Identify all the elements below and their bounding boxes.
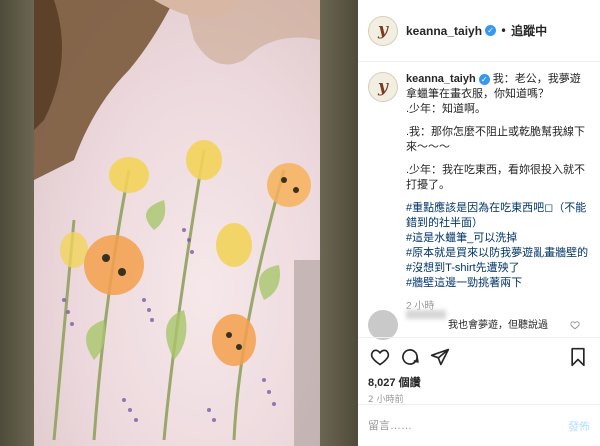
caption-line-3: .我：那你怎麼不阻止或乾脆幫我線下來～～～: [406, 126, 586, 153]
commenter-avatar[interactable]: [368, 310, 398, 340]
photo-shirt-drawing: [34, 0, 320, 446]
avatar-logo: y: [378, 20, 388, 40]
post-header: y keanna_taiyh ✓ • 追蹤中: [358, 0, 600, 62]
action-icons: [368, 344, 590, 370]
hashtag-2[interactable]: #這是水蠟筆_可以洗掉: [406, 231, 590, 246]
post-comment-button[interactable]: 發佈: [568, 418, 590, 434]
comment-input[interactable]: [368, 419, 568, 432]
caption-text: keanna_taiyh ✓ 我：老公，我夢遊拿蠟筆在畫衣服，你知道嗎？ .少年：…: [406, 72, 590, 314]
caption-verified-icon: ✓: [478, 73, 490, 85]
comment-like-heart-icon[interactable]: [570, 320, 580, 333]
photo-border-left: [0, 0, 34, 446]
commenter-name-blurred: [406, 310, 446, 319]
following-button[interactable]: 追蹤中: [511, 22, 547, 39]
hashtag-4[interactable]: #沒想到T-shirt先遭殃了: [406, 261, 590, 276]
post-username[interactable]: keanna_taiyh: [406, 24, 482, 38]
share-icon[interactable]: [428, 345, 452, 369]
hashtag-1[interactable]: #重點應該是因為在吃東西吧◻（不能錯到的社半面）: [406, 201, 590, 231]
caption-line-2: .少年：知道啊。: [406, 103, 487, 115]
caption-avatar[interactable]: y: [368, 72, 398, 102]
photo-illustration: [34, 0, 320, 446]
bookmark-icon[interactable]: [566, 345, 590, 369]
comment-text: 我也會夢遊，但聽說過: [448, 320, 548, 331]
like-count[interactable]: 8,027 個讚: [368, 374, 590, 390]
header-separator: •: [500, 23, 508, 38]
caption-username[interactable]: keanna_taiyh: [406, 73, 476, 85]
heart-icon[interactable]: [368, 345, 392, 369]
verified-badge-icon: ✓: [485, 25, 497, 36]
caption-line-4: .少年：我在吃東西，看妳很投入就不打擾了。: [406, 164, 586, 191]
photo-border-right: [320, 0, 358, 446]
comment-row: 我也會夢遊，但聽說過: [358, 306, 600, 340]
caption-area: y keanna_taiyh ✓ 我：老公，我夢遊拿蠟筆在畫衣服，你知道嗎？ .少…: [358, 62, 600, 337]
caption: y keanna_taiyh ✓ 我：老公，我夢遊拿蠟筆在畫衣服，你知道嗎？ .少…: [368, 72, 590, 314]
comment-box: 發佈: [358, 404, 600, 446]
comment-icon[interactable]: [398, 345, 422, 369]
caption-avatar-logo: y: [378, 76, 388, 97]
avatar[interactable]: y: [368, 15, 398, 46]
hashtag-3[interactable]: #原本就是買來以防我夢遊亂畫牆壁的: [406, 246, 590, 261]
hashtag-5[interactable]: #牆壁這邊一勁挑著兩下: [406, 276, 590, 291]
post-photo[interactable]: [0, 0, 358, 446]
